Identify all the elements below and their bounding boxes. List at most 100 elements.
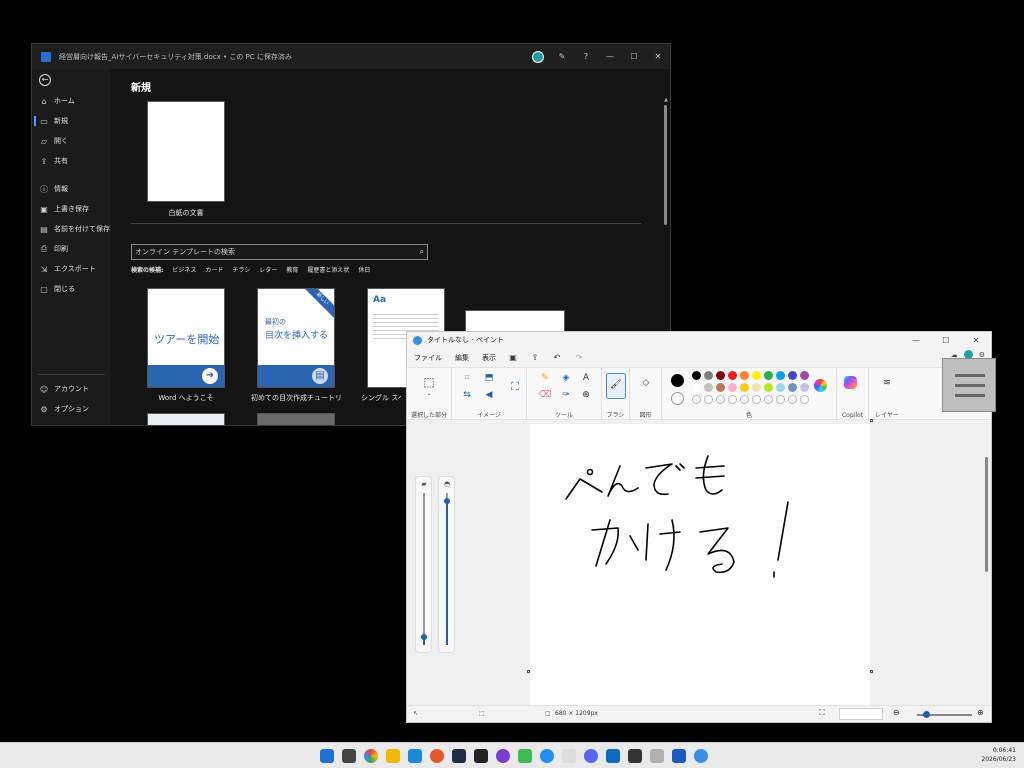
drawing-canvas[interactable] <box>530 424 870 705</box>
paint-title-bar[interactable]: タイトルなし - ペイント — ☐ ✕ <box>407 332 991 348</box>
help-icon[interactable]: ? <box>574 52 598 61</box>
color-swatch[interactable] <box>728 383 737 392</box>
color-swatch[interactable] <box>764 383 773 392</box>
color-swatch[interactable] <box>692 383 701 392</box>
chrome-icon[interactable] <box>364 749 378 763</box>
fill-icon[interactable]: ◈ <box>559 373 573 383</box>
color-swatch[interactable] <box>776 371 785 380</box>
slack-icon[interactable] <box>562 749 576 763</box>
custom-color-slot[interactable] <box>728 395 737 404</box>
pencil-icon[interactable]: ✎ <box>538 373 552 383</box>
copilot-icon[interactable] <box>844 376 857 389</box>
sidebar-item[interactable]: ▱ 開く <box>32 131 111 151</box>
word-icon[interactable] <box>672 749 686 763</box>
vscode-icon[interactable] <box>408 749 422 763</box>
canvas-resize-handle[interactable] <box>870 670 873 673</box>
chevron-down-icon[interactable]: ⌄ <box>422 390 436 397</box>
menu-view[interactable]: 表示 <box>482 353 496 363</box>
color-picker-icon[interactable]: ✑ <box>559 390 573 400</box>
color-swatch[interactable] <box>716 371 725 380</box>
app-icon[interactable] <box>540 749 554 763</box>
custom-color-slot[interactable] <box>692 395 701 404</box>
custom-color-slot[interactable] <box>740 395 749 404</box>
outlook-icon[interactable] <box>606 749 620 763</box>
zoom-slider-knob[interactable] <box>922 711 930 718</box>
color-swatch[interactable] <box>740 371 749 380</box>
maximize-icon[interactable]: ☐ <box>931 336 961 345</box>
secondary-color-swatch[interactable] <box>671 392 684 405</box>
sidebar-item[interactable]: ▢ 閉じる <box>32 279 111 299</box>
taskbar-clock[interactable]: 0:06:41 2026/06/23 <box>981 746 1016 764</box>
color-swatch[interactable] <box>800 371 809 380</box>
floating-menu-button[interactable] <box>942 358 996 412</box>
sidebar-item[interactable]: ☺ アカウント <box>32 379 111 399</box>
text-icon[interactable]: A <box>579 373 593 383</box>
layers-icon[interactable]: ≋ <box>880 378 894 388</box>
template-toc-tutorial[interactable]: 新しい 最初の 目次を挿入する ▤ <box>257 288 335 388</box>
template-search-input[interactable]: オンライン テンプレートの検索 ⌕ <box>131 244 428 260</box>
custom-color-slot[interactable] <box>776 395 785 404</box>
color-swatch[interactable] <box>800 383 809 392</box>
file-explorer-icon[interactable] <box>386 749 400 763</box>
flip-icon[interactable]: ⇆ <box>460 390 474 400</box>
color-swatch[interactable] <box>704 383 713 392</box>
scrollbar[interactable] <box>985 457 988 572</box>
image-select-icon[interactable]: ⛶ <box>508 380 522 394</box>
sidebar-item[interactable]: ▣ 上書き保存 <box>32 199 111 219</box>
eraser-icon[interactable]: ⌫ <box>538 390 552 400</box>
share-icon[interactable]: ⇪ <box>524 353 546 362</box>
rotate-icon[interactable]: ◀ <box>482 390 496 400</box>
start-icon[interactable] <box>320 749 334 763</box>
app-icon[interactable] <box>474 749 488 763</box>
opacity-slider[interactable]: ◓ <box>438 476 455 653</box>
shapes-icon[interactable]: ◇ <box>639 378 653 388</box>
template-partial[interactable] <box>147 413 225 425</box>
suggestion-link[interactable]: 履歴書と添え状 <box>307 265 349 274</box>
app-icon[interactable] <box>496 749 510 763</box>
primary-color-swatch[interactable] <box>671 374 684 387</box>
scrollbar[interactable] <box>664 105 667 225</box>
resize-icon[interactable]: ⬒ <box>482 373 496 383</box>
app-icon[interactable] <box>650 749 664 763</box>
save-icon[interactable]: ▣ <box>502 353 524 362</box>
zoom-out-icon[interactable]: ⊖ <box>893 708 900 717</box>
menu-file[interactable]: ファイル <box>414 353 442 363</box>
sidebar-item[interactable]: ▭ 新規 <box>32 111 111 131</box>
color-swatch[interactable] <box>716 383 725 392</box>
suggestion-link[interactable]: 教育 <box>286 265 298 274</box>
custom-color-slot[interactable] <box>800 395 809 404</box>
suggestion-link[interactable]: カード <box>205 265 223 274</box>
custom-color-slot[interactable] <box>752 395 761 404</box>
close-icon[interactable]: ✕ <box>961 336 991 345</box>
canvas-resize-handle[interactable] <box>527 670 530 673</box>
task-view-icon[interactable] <box>342 749 356 763</box>
redo-icon[interactable]: ↷ <box>568 353 590 362</box>
sidebar-item[interactable]: ⇪ 共有 <box>32 151 111 171</box>
color-swatch[interactable] <box>728 371 737 380</box>
magnifier-icon[interactable]: ⊕ <box>579 390 593 400</box>
avatar[interactable] <box>532 50 544 63</box>
suggestion-link[interactable]: レター <box>259 265 277 274</box>
sidebar-item[interactable]: ▤ 名前を付けて保存 <box>32 219 111 239</box>
canvas-resize-handle[interactable] <box>870 419 873 422</box>
sidebar-item[interactable]: ⎙ 印刷 <box>32 239 111 259</box>
zoom-dropdown[interactable] <box>839 708 883 720</box>
app-icon[interactable] <box>518 749 532 763</box>
color-swatch[interactable] <box>692 371 701 380</box>
color-swatch[interactable] <box>788 383 797 392</box>
crop-icon[interactable]: ⌗ <box>460 373 474 383</box>
color-swatch[interactable] <box>704 371 713 380</box>
zoom-in-icon[interactable]: ⊕ <box>977 708 984 717</box>
sidebar-item[interactable]: ⓘ 情報 <box>32 179 111 199</box>
color-swatch[interactable] <box>752 371 761 380</box>
custom-color-slot[interactable] <box>704 395 713 404</box>
discord-icon[interactable] <box>584 749 598 763</box>
suggestion-link[interactable]: ビジネス <box>172 265 196 274</box>
color-swatch[interactable] <box>764 371 773 380</box>
search-icon[interactable]: ⌕ <box>420 245 424 259</box>
custom-color-slot[interactable] <box>764 395 773 404</box>
sidebar-item[interactable]: ⌂ ホーム <box>32 91 111 111</box>
brush-size-slider[interactable]: ▰ <box>415 476 432 653</box>
color-swatch[interactable] <box>752 383 761 392</box>
slider-knob[interactable] <box>444 497 450 504</box>
